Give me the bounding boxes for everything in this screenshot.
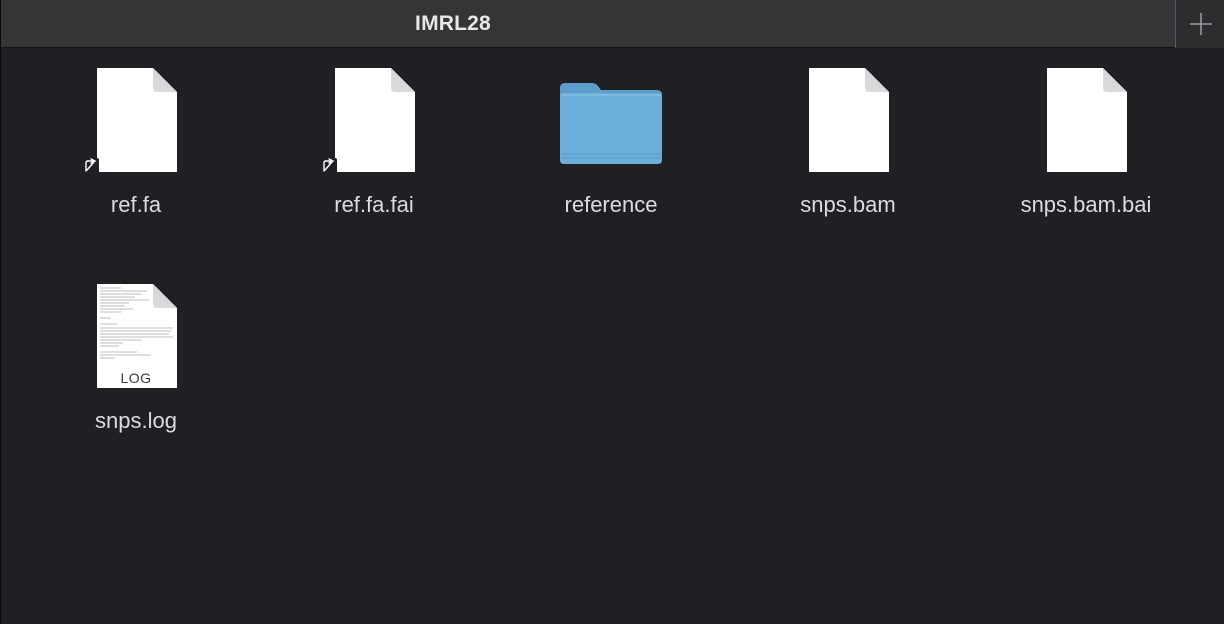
file-alias-icon <box>83 68 177 174</box>
folder-name: reference <box>564 192 658 217</box>
file-item[interactable]: LOG snps.log <box>36 268 236 458</box>
file-name: snps.log <box>95 408 177 433</box>
tab-title: IMRL28 <box>415 12 491 35</box>
folder-item[interactable]: reference <box>511 52 711 242</box>
file-icon <box>809 68 889 172</box>
tab-bar: IMRL28 <box>1 0 1224 48</box>
tab-imrl28[interactable]: IMRL28 <box>1 0 1175 48</box>
file-name: ref.fa <box>110 192 162 217</box>
file-icon <box>1047 68 1127 172</box>
file-name: snps.bam.bai <box>1020 192 1152 217</box>
finder-window: IMRL28 ref.fa ref.fa.fai reference snps.… <box>0 0 1224 624</box>
file-item[interactable]: snps.bam <box>748 52 948 242</box>
file-item[interactable]: ref.fa <box>36 52 236 242</box>
folder-icon <box>560 83 662 164</box>
icon-grid: ref.fa ref.fa.fai reference snps.bam snp… <box>1 49 1224 624</box>
file-name: ref.fa.fai <box>334 192 414 217</box>
new-tab-button[interactable] <box>1176 0 1224 48</box>
file-alias-icon <box>321 68 415 174</box>
file-item[interactable]: ref.fa.fai <box>274 52 474 242</box>
log-badge: LOG <box>120 370 152 386</box>
file-name: snps.bam <box>800 192 896 217</box>
plus-icon <box>1189 13 1212 35</box>
file-item[interactable]: snps.bam.bai <box>986 52 1186 242</box>
